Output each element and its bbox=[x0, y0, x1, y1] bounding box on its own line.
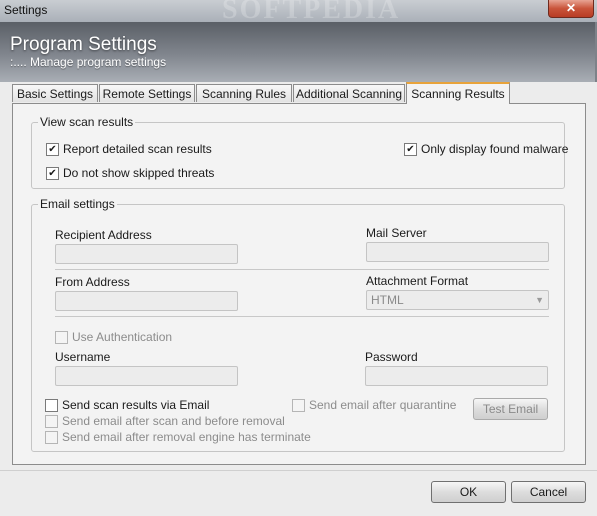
checkbox-label: Send email after scan and before removal bbox=[62, 414, 285, 428]
attachment-format-label: Attachment Format bbox=[366, 274, 469, 288]
chevron-down-icon: ▼ bbox=[535, 295, 544, 305]
tab-basic-settings[interactable]: Basic Settings bbox=[12, 84, 98, 102]
report-detailed-checkbox[interactable]: ✔ Report detailed scan results bbox=[46, 142, 212, 156]
view-scan-results-group: View scan results ✔ Report detailed scan… bbox=[31, 115, 568, 189]
checkbox-label: Report detailed scan results bbox=[63, 142, 212, 156]
dialog-body: Basic Settings Remote Settings Scanning … bbox=[0, 82, 597, 516]
checkbox-box bbox=[45, 398, 58, 412]
send-before-removal-checkbox[interactable]: Send email after scan and before removal bbox=[45, 414, 285, 428]
checkbox-check-icon: ✔ bbox=[46, 166, 59, 180]
recipient-address-label: Recipient Address bbox=[55, 228, 152, 242]
checkbox-label: Use Authentication bbox=[72, 330, 173, 344]
send-after-quarantine-checkbox[interactable]: Send email after quarantine bbox=[292, 398, 456, 412]
ok-button[interactable]: OK bbox=[431, 481, 506, 503]
tab-label: Scanning Rules bbox=[201, 87, 287, 101]
scanning-results-panel: View scan results ✔ Report detailed scan… bbox=[12, 103, 586, 465]
skip-skipped-threats-checkbox[interactable]: ✔ Do not show skipped threats bbox=[46, 166, 214, 180]
checkbox-label: Only display found malware bbox=[421, 142, 569, 156]
checkbox-check-icon: ✔ bbox=[404, 142, 417, 156]
tab-additional-scanning[interactable]: Additional Scanning bbox=[293, 84, 405, 102]
checkbox-box bbox=[292, 398, 305, 412]
checkbox-label: Send scan results via Email bbox=[62, 398, 210, 412]
tab-label: Additional Scanning bbox=[295, 87, 403, 101]
tab-remote-settings[interactable]: Remote Settings bbox=[99, 84, 195, 102]
tab-label: Remote Settings bbox=[102, 87, 192, 101]
tab-scanning-rules[interactable]: Scanning Rules bbox=[196, 84, 292, 102]
divider bbox=[55, 269, 549, 270]
from-address-input[interactable] bbox=[55, 291, 238, 311]
checkbox-box bbox=[45, 414, 58, 428]
cancel-button[interactable]: Cancel bbox=[511, 481, 586, 503]
checkbox-box bbox=[55, 330, 68, 344]
footer-divider bbox=[0, 470, 597, 471]
send-after-removal-checkbox[interactable]: Send email after removal engine has term… bbox=[45, 430, 311, 444]
close-button[interactable]: ✕ bbox=[548, 0, 594, 18]
mail-server-input[interactable] bbox=[366, 242, 549, 262]
send-scan-results-checkbox[interactable]: Send scan results via Email bbox=[45, 398, 209, 412]
checkbox-label: Do not show skipped threats bbox=[63, 166, 215, 180]
only-found-malware-checkbox[interactable]: ✔ Only display found malware bbox=[404, 142, 568, 156]
select-value: HTML bbox=[371, 293, 404, 307]
test-email-button[interactable]: Test Email bbox=[473, 398, 548, 420]
checkbox-box bbox=[45, 430, 58, 444]
username-label: Username bbox=[55, 350, 111, 364]
attachment-format-select[interactable]: HTML ▼ bbox=[366, 290, 549, 310]
email-settings-group: Email settings Recipient Address Mail Se… bbox=[31, 197, 565, 452]
checkbox-label: Send email after quarantine bbox=[309, 398, 457, 412]
tab-label: Scanning Results bbox=[411, 87, 505, 101]
group-legend: View scan results bbox=[38, 115, 136, 129]
page-subtitle: :.... Manage program settings bbox=[10, 55, 167, 69]
title-bar: SOFTPEDIA Settings ✕ bbox=[0, 0, 597, 25]
recipient-address-input[interactable] bbox=[55, 244, 238, 264]
username-input[interactable] bbox=[55, 366, 238, 386]
group-legend: Email settings bbox=[38, 197, 117, 211]
settings-header: Program Settings :.... Manage program se… bbox=[0, 22, 597, 82]
window-title: Settings bbox=[4, 3, 48, 17]
tab-scanning-results[interactable]: Scanning Results bbox=[406, 82, 510, 104]
password-label: Password bbox=[365, 350, 418, 364]
close-icon: ✕ bbox=[565, 1, 577, 15]
checkbox-check-icon: ✔ bbox=[46, 142, 59, 156]
mail-server-label: Mail Server bbox=[366, 226, 427, 240]
page-title: Program Settings bbox=[10, 34, 157, 55]
from-address-label: From Address bbox=[55, 275, 130, 289]
use-authentication-checkbox[interactable]: Use Authentication bbox=[55, 330, 172, 344]
tab-label: Basic Settings bbox=[16, 87, 94, 101]
password-input[interactable] bbox=[365, 366, 548, 386]
checkbox-label: Send email after removal engine has term… bbox=[62, 430, 311, 444]
divider bbox=[55, 316, 549, 317]
